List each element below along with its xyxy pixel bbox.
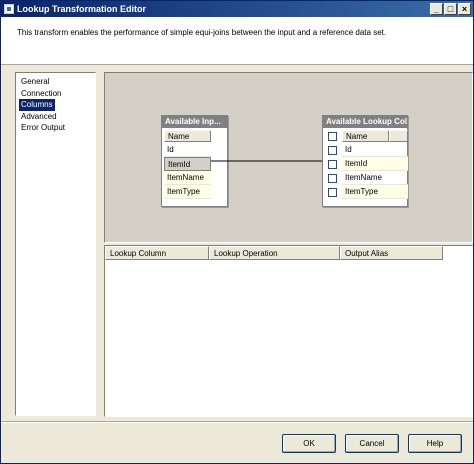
columns-design-surface[interactable]: Available Inp... Name Id ItemId ItemName…	[104, 72, 473, 243]
grid-header-output-alias[interactable]: Output Alias	[340, 246, 443, 260]
close-button[interactable]: ×	[458, 3, 471, 15]
lookup-row-itemname[interactable]: ItemName	[342, 171, 408, 185]
lookup-mapping-grid[interactable]: Lookup Column Lookup Operation Output Al…	[104, 245, 473, 417]
nav-item-columns[interactable]: Columns	[19, 99, 55, 111]
page-nav-list[interactable]: General Connection Columns Advanced Erro…	[15, 72, 96, 416]
close-icon: ×	[461, 4, 468, 14]
maximize-button[interactable]: □	[444, 3, 457, 15]
grid-header-lookup-column[interactable]: Lookup Column	[105, 246, 209, 260]
select-all-checkbox[interactable]	[328, 132, 337, 141]
lookup-checkbox-itemid[interactable]	[328, 160, 337, 169]
description-area: This transform enables the performance o…	[1, 17, 473, 65]
lookup-row-itemid[interactable]: ItemId	[342, 157, 408, 171]
available-lookup-columns-table[interactable]: Available Lookup Colu... Name Id ItemId …	[322, 115, 408, 207]
description-text: This transform enables the performance o…	[17, 28, 387, 37]
grid-header-lookup-operation[interactable]: Lookup Operation	[209, 246, 340, 260]
lookup-checkbox-id[interactable]	[328, 146, 337, 155]
window-title: Lookup Transformation Editor	[17, 4, 147, 14]
lookup-checkbox-itemtype[interactable]	[328, 188, 337, 197]
lookup-row-id[interactable]: Id	[342, 143, 408, 157]
lookup-row-itemtype[interactable]: ItemType	[342, 185, 408, 199]
lookup-editor-window: Lookup Transformation Editor _ □ × This …	[0, 0, 474, 464]
nav-item-error-output[interactable]: Error Output	[19, 122, 67, 134]
footer-divider	[1, 421, 473, 423]
nav-item-connection[interactable]: Connection	[19, 88, 63, 100]
app-icon	[4, 4, 14, 14]
minimize-button[interactable]: _	[430, 3, 443, 15]
lookup-table-title: Available Lookup Colu...	[323, 116, 407, 128]
lookup-table-header-extra[interactable]	[389, 130, 408, 142]
join-line	[211, 158, 327, 164]
ok-button[interactable]: OK	[282, 434, 336, 453]
minimize-icon: _	[433, 4, 439, 14]
lookup-checkbox-itemname[interactable]	[328, 174, 337, 183]
help-button[interactable]: Help	[408, 434, 462, 453]
title-bar[interactable]: Lookup Transformation Editor _ □ ×	[1, 1, 473, 17]
lookup-table-header[interactable]: Name	[342, 130, 389, 142]
maximize-icon: □	[447, 4, 454, 14]
nav-item-advanced[interactable]: Advanced	[19, 111, 59, 123]
cancel-button[interactable]: Cancel	[345, 434, 399, 453]
nav-item-general[interactable]: General	[19, 76, 51, 88]
